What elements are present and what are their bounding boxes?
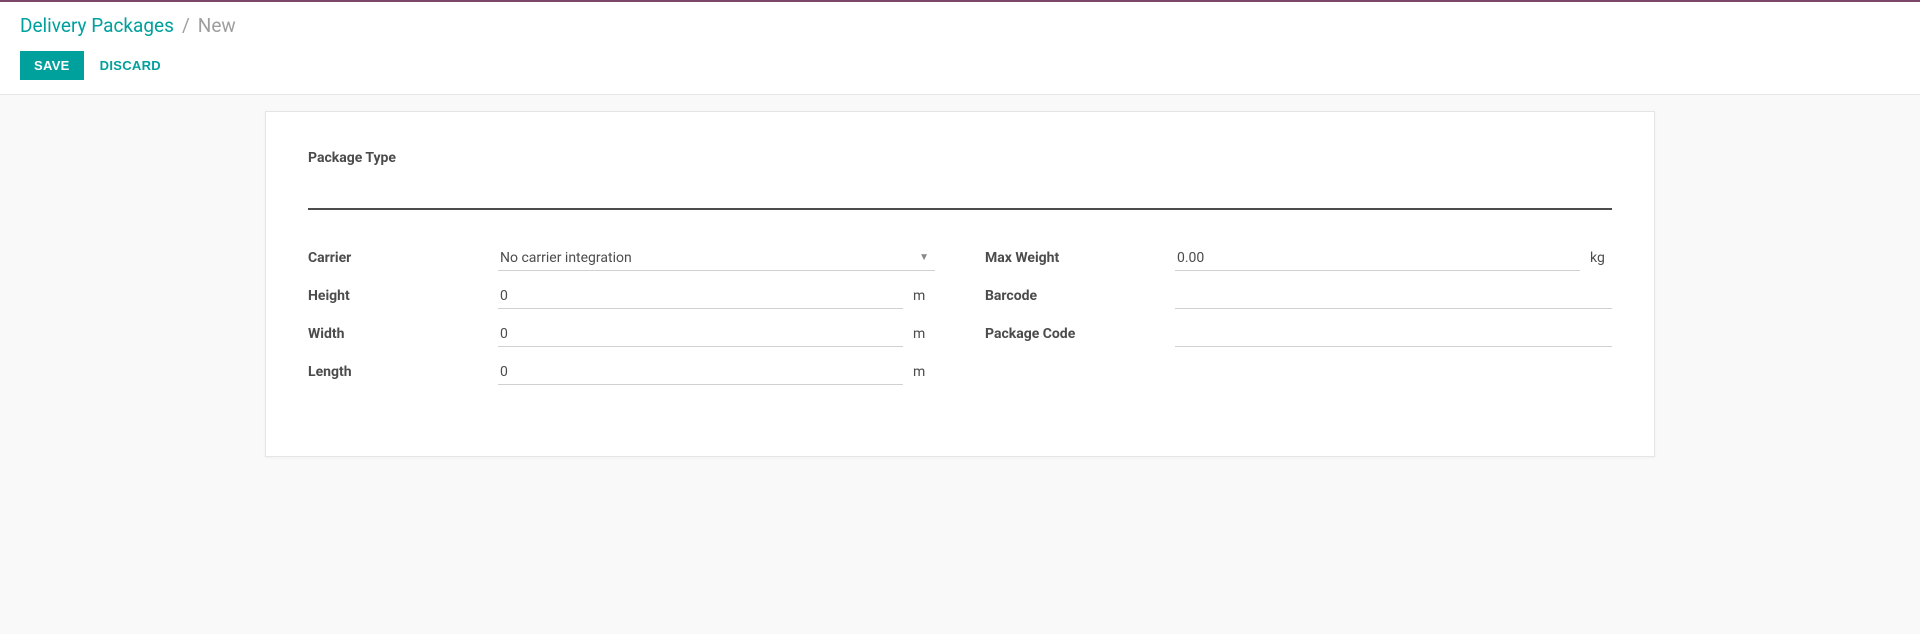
carrier-row: Carrier No carrier integration ▼ <box>308 244 935 272</box>
carrier-select[interactable]: No carrier integration ▼ <box>498 246 935 271</box>
height-label: Height <box>308 288 498 304</box>
height-row: Height m <box>308 282 935 310</box>
barcode-row: Barcode <box>985 282 1612 310</box>
package-code-row: Package Code <box>985 320 1612 348</box>
breadcrumb: Delivery Packages / New <box>20 14 1900 37</box>
length-unit: m <box>913 364 935 380</box>
form-left-column: Carrier No carrier integration ▼ Height … <box>308 244 935 396</box>
package-type-title-row: Package Type <box>308 150 1612 166</box>
max-weight-unit: kg <box>1590 250 1612 266</box>
package-code-input[interactable] <box>1175 322 1612 347</box>
length-label: Length <box>308 364 498 380</box>
breadcrumb-separator: / <box>182 14 190 37</box>
barcode-input[interactable] <box>1175 284 1612 309</box>
form-card: Package Type Carrier No carrier integrat… <box>265 111 1655 457</box>
breadcrumb-parent-link[interactable]: Delivery Packages <box>20 14 174 37</box>
save-button[interactable]: SAVE <box>20 51 84 80</box>
length-row: Length m <box>308 358 935 386</box>
width-label: Width <box>308 326 498 342</box>
package-type-label: Package Type <box>308 150 396 166</box>
caret-down-icon: ▼ <box>919 252 935 263</box>
width-input[interactable] <box>498 322 903 347</box>
form-columns: Carrier No carrier integration ▼ Height … <box>308 244 1612 396</box>
package-code-label: Package Code <box>985 326 1175 342</box>
height-input[interactable] <box>498 284 903 309</box>
breadcrumb-current: New <box>198 14 236 37</box>
max-weight-label: Max Weight <box>985 250 1175 266</box>
carrier-label: Carrier <box>308 250 498 266</box>
action-buttons: SAVE DISCARD <box>20 51 1900 80</box>
max-weight-row: Max Weight kg <box>985 244 1612 272</box>
form-right-column: Max Weight kg Barcode Package Code <box>985 244 1612 396</box>
barcode-label: Barcode <box>985 288 1175 304</box>
height-unit: m <box>913 288 935 304</box>
width-unit: m <box>913 326 935 342</box>
length-input[interactable] <box>498 360 903 385</box>
max-weight-input[interactable] <box>1175 246 1580 271</box>
carrier-select-value: No carrier integration <box>498 246 919 270</box>
title-underline <box>308 208 1612 210</box>
discard-button[interactable]: DISCARD <box>100 58 161 73</box>
width-row: Width m <box>308 320 935 348</box>
header-bar: Delivery Packages / New SAVE DISCARD <box>0 2 1920 95</box>
